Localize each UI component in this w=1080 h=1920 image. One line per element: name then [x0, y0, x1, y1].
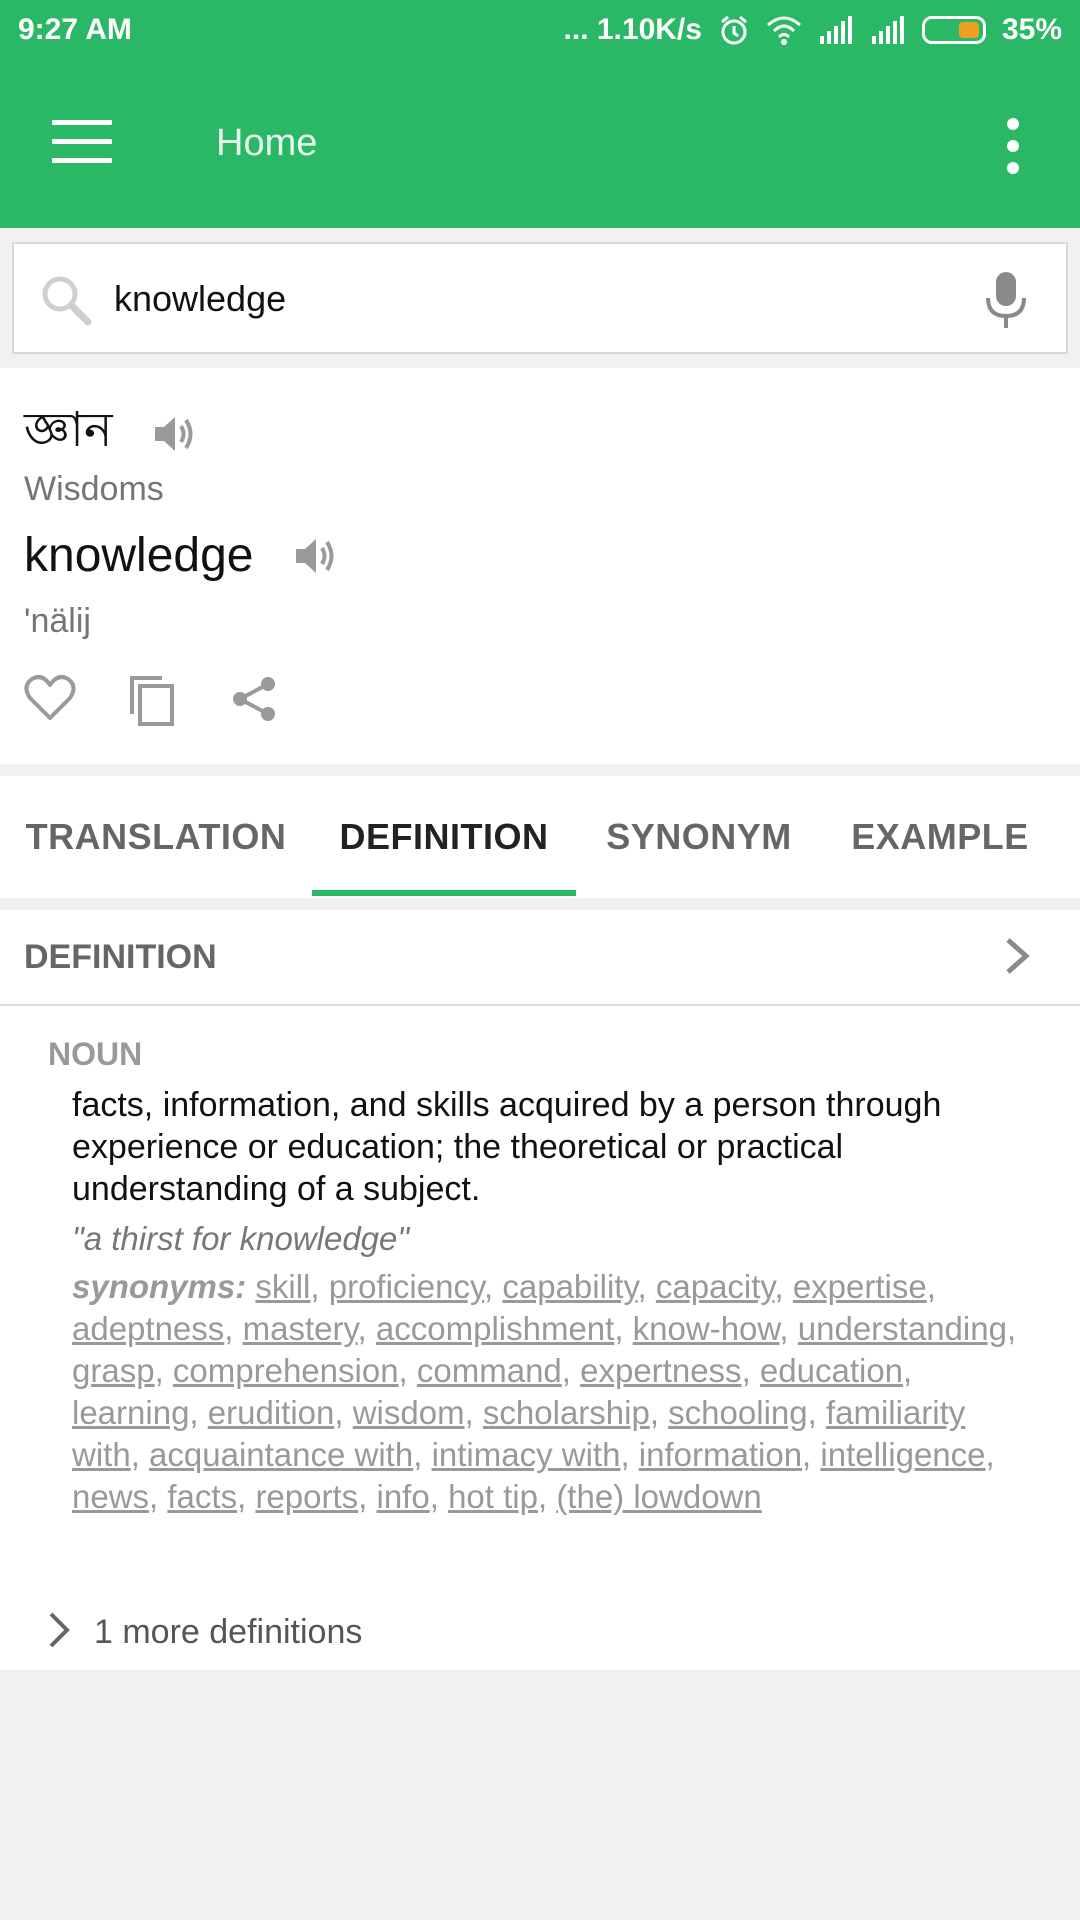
status-icons: ... 1.10K/s 35%	[564, 13, 1062, 47]
copy-icon[interactable]	[128, 674, 178, 728]
synonym-link[interactable]: intimacy with	[432, 1436, 621, 1473]
synonym-link[interactable]: skill	[255, 1268, 310, 1305]
definition-header[interactable]: DEFINITION	[0, 910, 1080, 1006]
search-input[interactable]	[112, 266, 956, 332]
synonym-link[interactable]: comprehension	[173, 1352, 399, 1389]
speaker-icon[interactable]	[151, 412, 197, 456]
tab-translation[interactable]: TRANSLATION	[0, 776, 312, 898]
synonym-link[interactable]: capability	[502, 1268, 637, 1305]
network-speed: ... 1.10K/s	[563, 13, 702, 46]
signal-icon	[870, 16, 906, 44]
synonym-link[interactable]: wisdom	[353, 1394, 465, 1431]
synonym-link[interactable]: expertness	[580, 1352, 741, 1389]
search-icon	[38, 272, 94, 333]
synonym-link[interactable]: reports	[255, 1478, 358, 1515]
more-definitions-label: 1 more definitions	[94, 1613, 363, 1651]
synonym-link[interactable]: grasp	[72, 1352, 155, 1389]
synonym-link[interactable]: information	[639, 1436, 802, 1473]
synonym-link[interactable]: capacity	[656, 1268, 775, 1305]
english-word: knowledge	[24, 529, 254, 582]
pronunciation-text: 'nälij	[24, 602, 91, 640]
bengali-word: জ্ঞান	[24, 402, 113, 458]
heart-icon[interactable]	[24, 674, 76, 728]
mic-icon[interactable]	[982, 270, 1030, 335]
share-icon[interactable]	[230, 674, 280, 728]
alarm-icon	[718, 14, 750, 46]
definition-body: facts, information, and skills acquired …	[72, 1084, 1032, 1518]
menu-icon[interactable]	[52, 120, 112, 166]
synonym-link[interactable]: facts	[167, 1478, 237, 1515]
tab-synonym[interactable]: SYNONYM	[576, 776, 822, 898]
status-bar: 9:27 AM ... 1.10K/s 35%	[0, 0, 1080, 60]
definition-text: facts, information, and skills acquired …	[72, 1086, 942, 1208]
definition-example: "a thirst for knowledge"	[72, 1220, 410, 1257]
bengali-row: জ্ঞান	[24, 394, 197, 473]
word-actions	[24, 674, 280, 728]
more-definitions-button[interactable]: 1 more definitions	[46, 1610, 362, 1655]
tab-indicator	[312, 890, 576, 896]
signal-icon	[818, 16, 854, 44]
tab-example[interactable]: EXAMPLE	[822, 776, 1058, 898]
definition-card: DEFINITION NOUN facts, information, and …	[0, 910, 1080, 1670]
tab-bar: TRANSLATION DEFINITION SYNONYM EXAMPLE	[0, 776, 1080, 898]
synonym-link[interactable]: mastery	[243, 1310, 358, 1347]
battery-percent: 35%	[1001, 13, 1062, 46]
definition-header-label: DEFINITION	[24, 938, 217, 976]
synonym-link[interactable]: erudition	[208, 1394, 335, 1431]
synonyms-list: synonyms: skill, proficiency, capability…	[72, 1268, 1017, 1515]
app-bar: Home	[0, 60, 1080, 228]
synonym-link[interactable]: know-how	[633, 1310, 780, 1347]
wifi-icon	[766, 15, 802, 45]
app-bar-title: Home	[216, 122, 318, 164]
synonym-link[interactable]: acquaintance with	[149, 1436, 413, 1473]
chevron-right-icon	[1000, 936, 1036, 981]
synonyms-label: synonyms:	[72, 1268, 247, 1305]
synonym-link[interactable]: scholarship	[483, 1394, 650, 1431]
synonym-link[interactable]: (the) lowdown	[556, 1478, 761, 1515]
word-card: জ্ঞান Wisdoms knowledge 'nälij	[0, 368, 1080, 764]
synonym-link[interactable]: proficiency	[329, 1268, 484, 1305]
part-of-speech: NOUN	[48, 1036, 143, 1072]
search-box	[12, 242, 1068, 354]
synonym-link[interactable]: adeptness	[72, 1310, 224, 1347]
synonym-link[interactable]: expertise	[793, 1268, 927, 1305]
synonym-link[interactable]: hot tip	[448, 1478, 538, 1515]
tab-definition[interactable]: DEFINITION	[312, 776, 576, 898]
synonym-link[interactable]: schooling	[668, 1394, 807, 1431]
synonym-link[interactable]: understanding	[798, 1310, 1007, 1347]
synonym-link[interactable]: intelligence	[820, 1436, 985, 1473]
chevron-right-icon	[46, 1610, 72, 1655]
speaker-icon[interactable]	[292, 534, 338, 578]
more-vert-icon[interactable]	[1000, 118, 1026, 174]
battery-icon	[921, 16, 986, 44]
synonym-link[interactable]: command	[417, 1352, 562, 1389]
synonym-link[interactable]: info	[377, 1478, 430, 1515]
search-area	[0, 228, 1080, 364]
synonym-link[interactable]: education	[760, 1352, 903, 1389]
status-time: 9:27 AM	[18, 13, 132, 46]
transliteration-text: Wisdoms	[24, 470, 164, 508]
english-row: knowledge	[24, 528, 338, 583]
synonym-link[interactable]: learning	[72, 1394, 189, 1431]
synonym-link[interactable]: news	[72, 1478, 149, 1515]
synonym-link[interactable]: accomplishment	[376, 1310, 614, 1347]
